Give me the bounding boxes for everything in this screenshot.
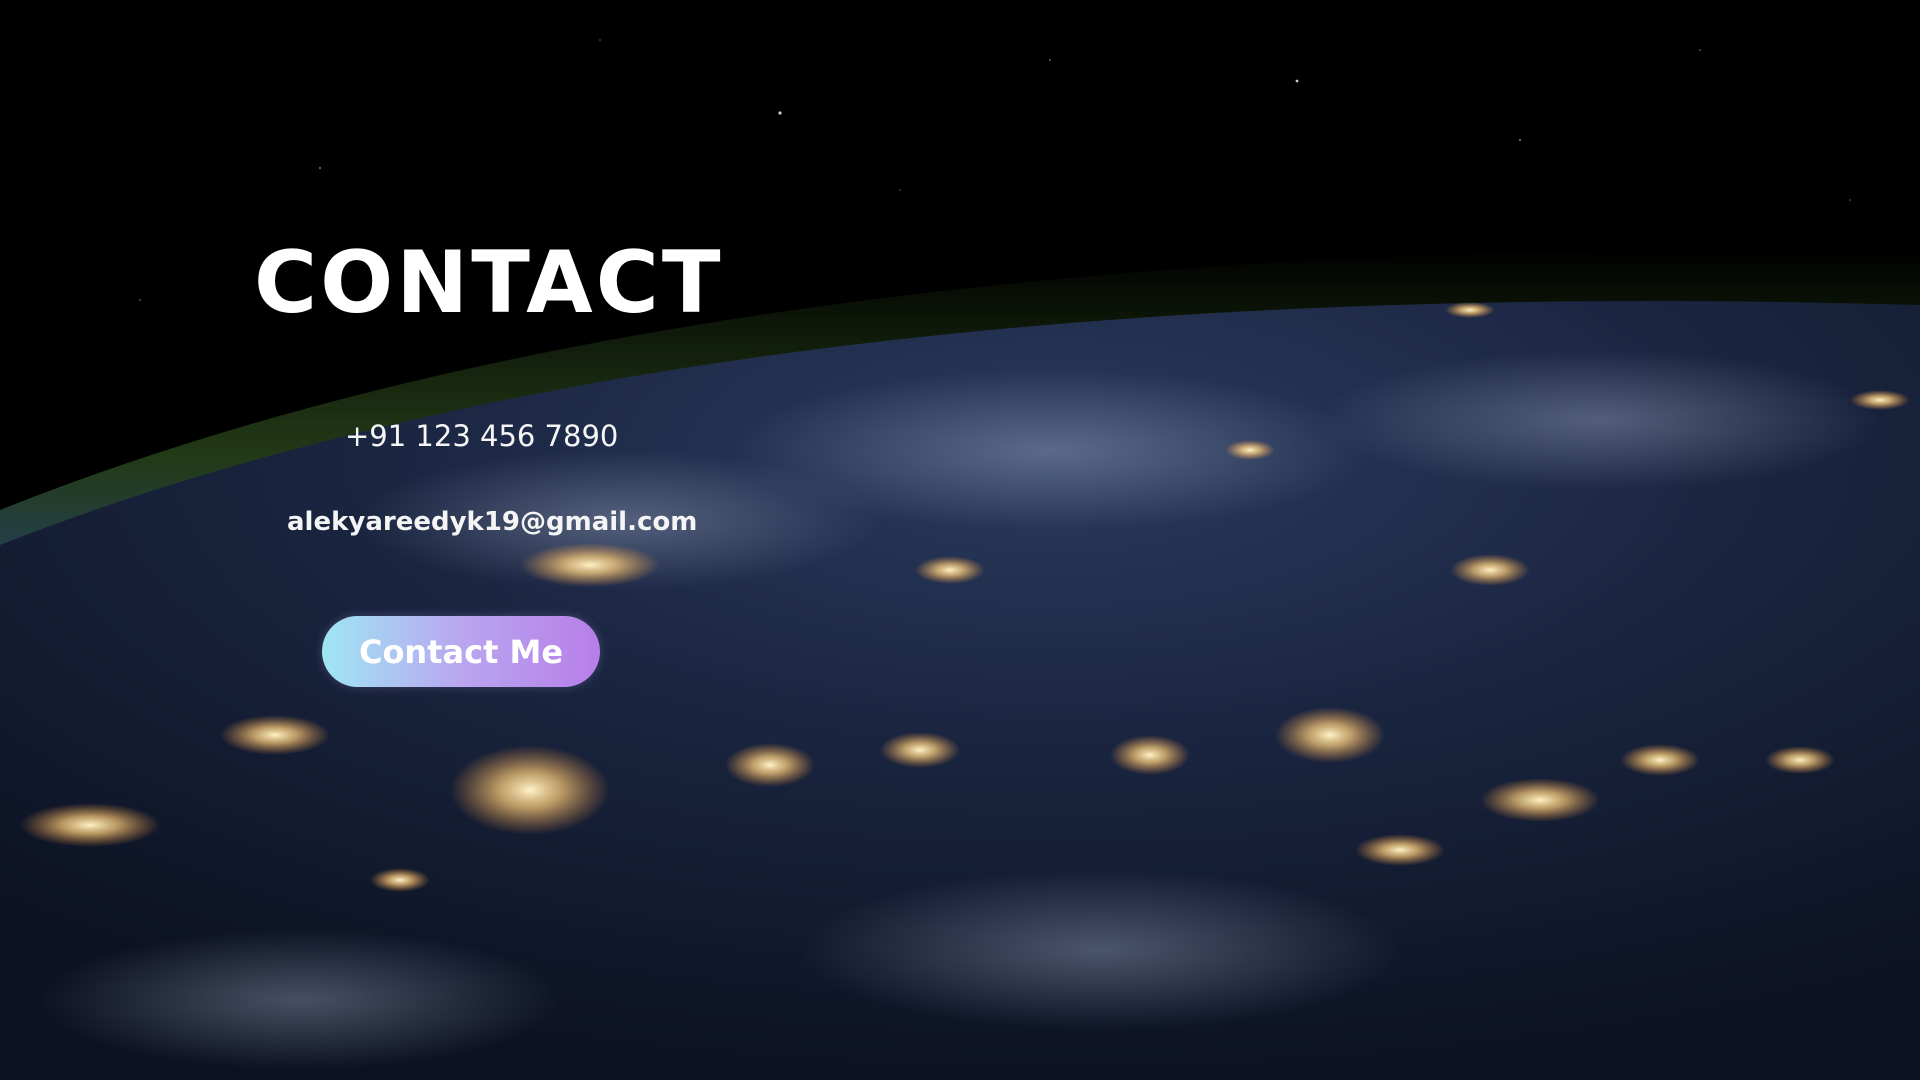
earth-night-background (0, 0, 1920, 1080)
contact-page: CONTACT +91 123 456 7890 alekyareedyk19@… (0, 0, 1920, 1080)
email-address: alekyareedyk19@gmail.com (287, 507, 698, 537)
contact-me-button[interactable]: Contact Me (322, 616, 600, 687)
page-title: CONTACT (254, 233, 724, 333)
phone-number: +91 123 456 7890 (345, 419, 619, 453)
